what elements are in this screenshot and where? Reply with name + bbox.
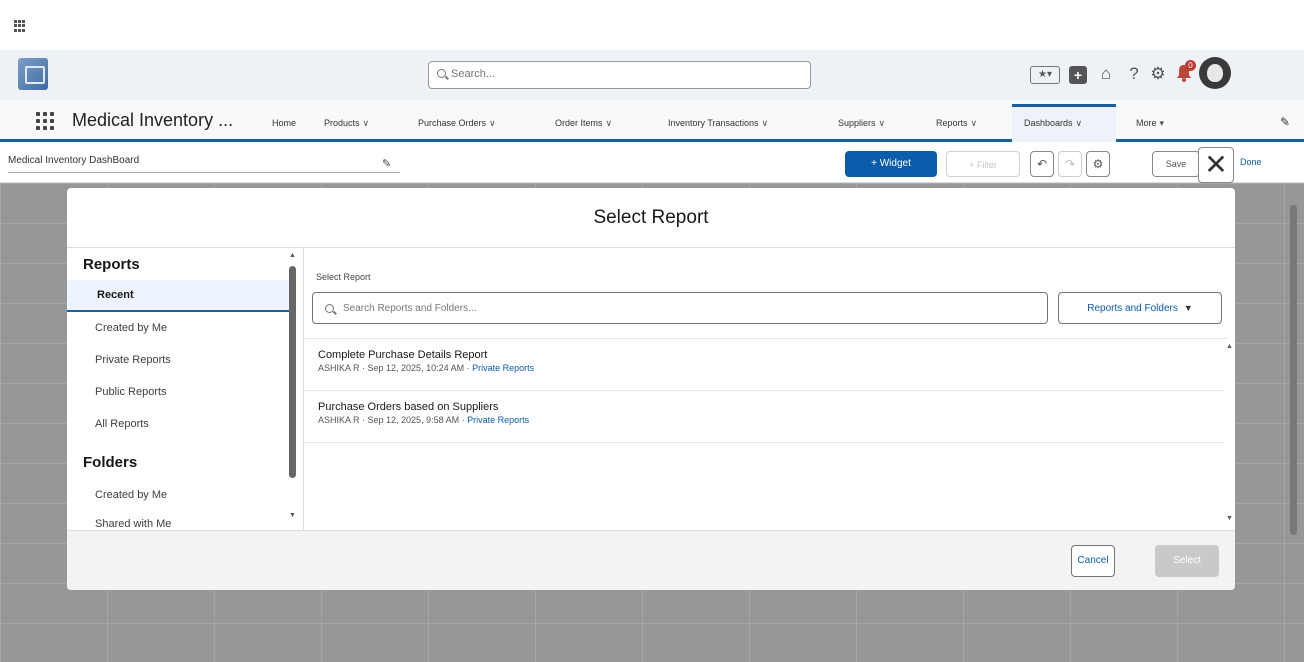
sidebar-heading-reports: Reports bbox=[83, 256, 140, 273]
search-placeholder: Search... bbox=[451, 68, 496, 80]
favorites-icon[interactable]: ★▾ bbox=[1030, 66, 1060, 84]
chevron-down-icon: ∨ bbox=[605, 118, 613, 128]
sidebar-item-created-by-me[interactable]: Created by Me bbox=[95, 322, 167, 334]
undo-icon[interactable]: ↶ bbox=[1030, 151, 1054, 177]
modal-body: Reports Recent Created by Me Private Rep… bbox=[67, 248, 1235, 530]
chevron-down-icon: ∨ bbox=[1075, 118, 1083, 128]
nav-item-dashboards[interactable]: Dashboards ∨ bbox=[1024, 118, 1082, 129]
list-item[interactable]: Complete Purchase Details Report ASHIKA … bbox=[304, 339, 1224, 391]
add-widget-button[interactable]: + Widget bbox=[845, 151, 937, 177]
app-name: Medical Inventory ... bbox=[72, 110, 234, 130]
sidebar-item-all-reports[interactable]: All Reports bbox=[95, 418, 149, 430]
nav-item-suppliers[interactable]: Suppliers ∨ bbox=[838, 118, 885, 129]
report-title: Purchase Orders based on Suppliers bbox=[318, 401, 499, 413]
report-meta: ASHIKA R · Sep 12, 2025, 10:24 AM · Priv… bbox=[318, 363, 535, 373]
scroll-up-icon[interactable]: ▲ bbox=[289, 252, 296, 259]
add-filter-button[interactable]: + Filter bbox=[946, 151, 1020, 177]
global-search-input[interactable]: Search... bbox=[428, 61, 811, 89]
chevron-down-icon: ∨ bbox=[761, 118, 769, 128]
report-list: Complete Purchase Details Report ASHIKA … bbox=[304, 338, 1233, 530]
app-launcher-icon[interactable] bbox=[36, 112, 54, 130]
notifications-bell-icon[interactable]: 0 bbox=[1174, 60, 1196, 84]
report-meta: ASHIKA R · Sep 12, 2025, 9:58 AM · Priva… bbox=[318, 415, 530, 425]
redo-icon[interactable]: ↷ bbox=[1058, 151, 1082, 177]
report-title: Complete Purchase Details Report bbox=[318, 349, 488, 361]
properties-gear-icon[interactable]: ⚙ bbox=[1086, 151, 1110, 177]
report-sidebar: Reports Recent Created by Me Private Rep… bbox=[67, 248, 301, 530]
nav-item-purchase-orders[interactable]: Purchase Orders ∨ bbox=[418, 118, 496, 129]
notification-badge: 0 bbox=[1185, 60, 1196, 71]
user-avatar[interactable] bbox=[1199, 57, 1231, 89]
search-icon bbox=[325, 304, 334, 313]
list-scroll-down-icon[interactable]: ▼ bbox=[1226, 515, 1233, 522]
scroll-down-icon[interactable]: ▼ bbox=[289, 512, 296, 519]
select-report-modal: Select Report Reports Recent Created by … bbox=[67, 188, 1235, 590]
done-button[interactable]: Done bbox=[1240, 157, 1262, 167]
chevron-down-icon: ∨ bbox=[489, 118, 496, 128]
global-actions-icon[interactable]: + bbox=[1069, 66, 1087, 84]
modal-footer: Cancel Select bbox=[67, 530, 1235, 590]
close-modal-icon[interactable]: ✕ bbox=[1198, 147, 1234, 183]
caret-down-icon: ▼ bbox=[1183, 303, 1193, 313]
trailhead-icon[interactable]: ⌂ bbox=[1096, 64, 1116, 84]
sidebar-item-public-reports[interactable]: Public Reports bbox=[95, 386, 167, 398]
sidebar-scrollbar-thumb[interactable] bbox=[289, 266, 296, 478]
page-scrollbar[interactable] bbox=[1290, 205, 1297, 535]
sidebar-item-recent[interactable]: Recent bbox=[67, 280, 289, 312]
report-folder-link[interactable]: Private Reports bbox=[472, 363, 534, 373]
list-item[interactable]: Purchase Orders based on Suppliers ASHIK… bbox=[304, 391, 1224, 443]
nav-item-more[interactable]: More ▾ bbox=[1136, 118, 1164, 129]
save-button[interactable]: Save bbox=[1152, 151, 1200, 177]
nav-item-inventory-transactions[interactable]: Inventory Transactions ∨ bbox=[668, 118, 768, 129]
reports-folders-dropdown[interactable]: Reports and Folders ▼ bbox=[1058, 292, 1222, 324]
caret-down-icon: ▾ bbox=[1159, 118, 1165, 128]
list-scroll-up-icon[interactable]: ▲ bbox=[1226, 343, 1233, 350]
edit-pencil-icon[interactable]: ✎ bbox=[382, 157, 391, 170]
chevron-down-icon: ∨ bbox=[362, 118, 370, 128]
report-folder-link[interactable]: Private Reports bbox=[467, 415, 529, 425]
dashboard-name-field[interactable]: Medical Inventory DashBoard bbox=[8, 155, 400, 173]
chevron-down-icon: ∨ bbox=[970, 118, 978, 128]
modal-title: Select Report bbox=[67, 188, 1235, 248]
sidebar-item-shared-with-me[interactable]: Shared with Me bbox=[95, 518, 171, 530]
nav-item-reports[interactable]: Reports ∨ bbox=[936, 118, 977, 129]
report-search-placeholder: Search Reports and Folders... bbox=[343, 303, 477, 314]
cancel-button[interactable]: Cancel bbox=[1071, 545, 1115, 577]
chevron-down-icon: ∨ bbox=[878, 118, 886, 128]
report-search-input[interactable]: Search Reports and Folders... bbox=[312, 292, 1048, 324]
setup-gear-icon[interactable]: ⚙ bbox=[1148, 64, 1168, 84]
nav-item-products[interactable]: Products ∨ bbox=[324, 118, 369, 129]
nav-item-home[interactable]: Home bbox=[272, 118, 296, 128]
select-report-label: Select Report bbox=[316, 272, 371, 282]
org-logo[interactable] bbox=[18, 58, 48, 90]
report-picker-main: Select Report Search Reports and Folders… bbox=[304, 248, 1235, 530]
nav-item-order-items[interactable]: Order Items ∨ bbox=[555, 118, 612, 129]
sidebar-item-private-reports[interactable]: Private Reports bbox=[95, 354, 171, 366]
dropdown-label: Reports and Folders bbox=[1087, 303, 1178, 314]
help-icon[interactable]: ? bbox=[1124, 64, 1144, 84]
apps-grid-icon[interactable] bbox=[14, 20, 26, 32]
sidebar-heading-folders: Folders bbox=[83, 454, 138, 471]
sidebar-item-folders-created-by-me[interactable]: Created by Me bbox=[95, 489, 167, 501]
select-button[interactable]: Select bbox=[1155, 545, 1219, 577]
os-strip bbox=[0, 0, 1304, 50]
search-icon bbox=[437, 69, 446, 78]
edit-nav-pencil-icon[interactable]: ✎ bbox=[1280, 115, 1290, 129]
